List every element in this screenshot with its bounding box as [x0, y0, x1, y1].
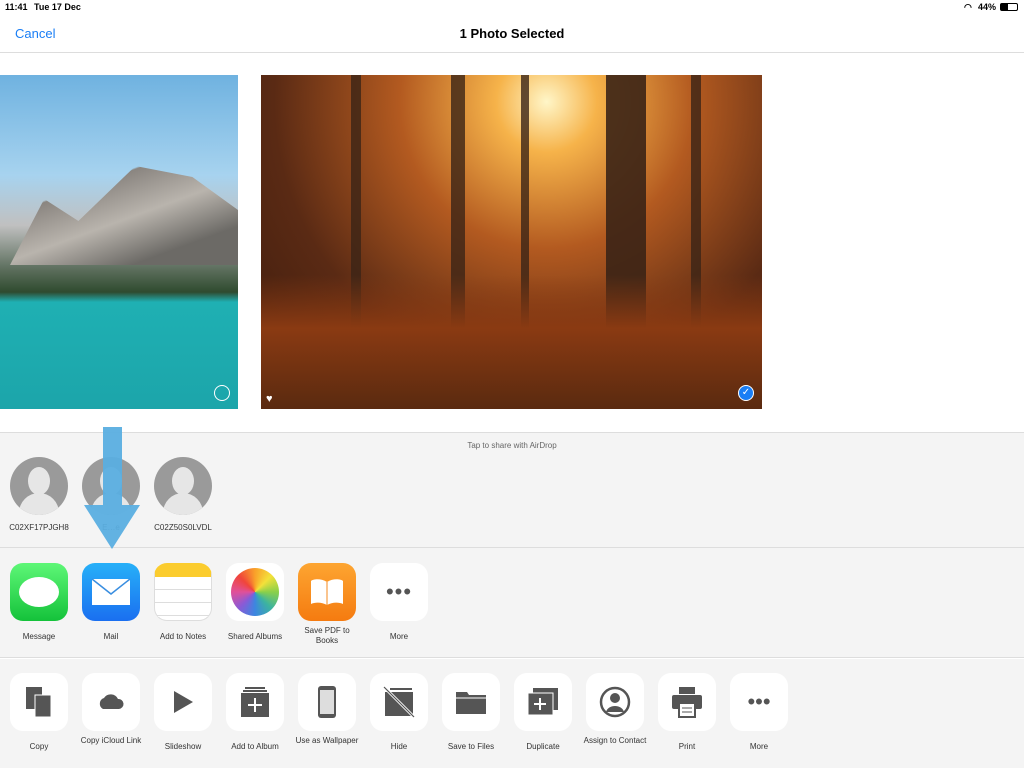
mail-icon [82, 563, 140, 621]
app-notes[interactable]: Add to Notes [147, 563, 219, 642]
photos-icon [226, 563, 284, 621]
airdrop-person[interactable]: C02XF17PJGH8 [3, 457, 75, 532]
books-icon [298, 563, 356, 621]
app-shared-albums[interactable]: Shared Albums [219, 563, 291, 642]
selected-checkmark-icon[interactable]: ✓ [738, 385, 754, 401]
action-use-as-wallpaper[interactable]: Use as Wallpaper [291, 673, 363, 746]
avatar [10, 457, 68, 515]
app-message[interactable]: Message [3, 563, 75, 642]
selection-circle[interactable] [214, 385, 230, 401]
wifi-icon: ◠ [964, 2, 972, 12]
app-more[interactable]: ••• More [363, 563, 435, 642]
phone-icon [298, 673, 356, 731]
photo-mountain-lake[interactable] [0, 75, 238, 409]
avatar [154, 457, 212, 515]
messages-icon [10, 563, 68, 621]
action-copy[interactable]: Copy [3, 673, 75, 752]
favorite-heart-icon[interactable]: ♥ [266, 393, 273, 405]
printer-icon [658, 673, 716, 731]
status-bar: 11:41 Tue 17 Dec ◠ 44% [0, 0, 1024, 14]
airdrop-tip: Tap to share with AirDrop [467, 441, 557, 450]
photo-forest-sunrise[interactable]: ♥ ✓ [261, 75, 762, 409]
page-title: 1 Photo Selected [459, 26, 565, 41]
more-icon: ••• [730, 673, 788, 731]
copy-icon [10, 673, 68, 731]
more-icon: ••• [370, 563, 428, 621]
folder-icon [442, 673, 500, 731]
airdrop-person[interactable]: C02Z50S0LVDL [147, 457, 219, 532]
action-print[interactable]: Print [651, 673, 723, 752]
action-assign-to-contact[interactable]: Assign to Contact [579, 673, 651, 746]
add-album-icon [226, 673, 284, 731]
contact-icon [586, 673, 644, 731]
hide-icon [370, 673, 428, 731]
app-books[interactable]: Save PDF to Books [291, 563, 363, 646]
action-hide[interactable]: Hide [363, 673, 435, 752]
nav-bar: Cancel 1 Photo Selected [0, 14, 1024, 53]
share-apps-row: Message Mail Add to Notes Shared Albums … [0, 548, 1024, 658]
annotation-arrow-down [84, 427, 140, 549]
play-icon [154, 673, 212, 731]
battery-level: 44% [978, 2, 997, 12]
actions-row: Copy Copy iCloud Link Slideshow Add to A… [0, 659, 1024, 768]
airdrop-section: Tap to share with AirDrop C02XF17PJGH8 E… [0, 432, 1024, 548]
action-add-to-album[interactable]: Add to Album [219, 673, 291, 752]
icloud-link-icon [82, 673, 140, 731]
action-slideshow[interactable]: Slideshow [147, 673, 219, 752]
date: Tue 17 Dec [34, 2, 81, 12]
duplicate-icon [514, 673, 572, 731]
action-duplicate[interactable]: Duplicate [507, 673, 579, 752]
time: 11:41 [5, 2, 28, 12]
action-more[interactable]: ••• More [723, 673, 795, 752]
app-mail[interactable]: Mail [75, 563, 147, 642]
notes-icon [154, 563, 212, 621]
action-copy-icloud-link[interactable]: Copy iCloud Link [75, 673, 147, 746]
battery-icon [1000, 3, 1018, 11]
action-save-to-files[interactable]: Save to Files [435, 673, 507, 752]
